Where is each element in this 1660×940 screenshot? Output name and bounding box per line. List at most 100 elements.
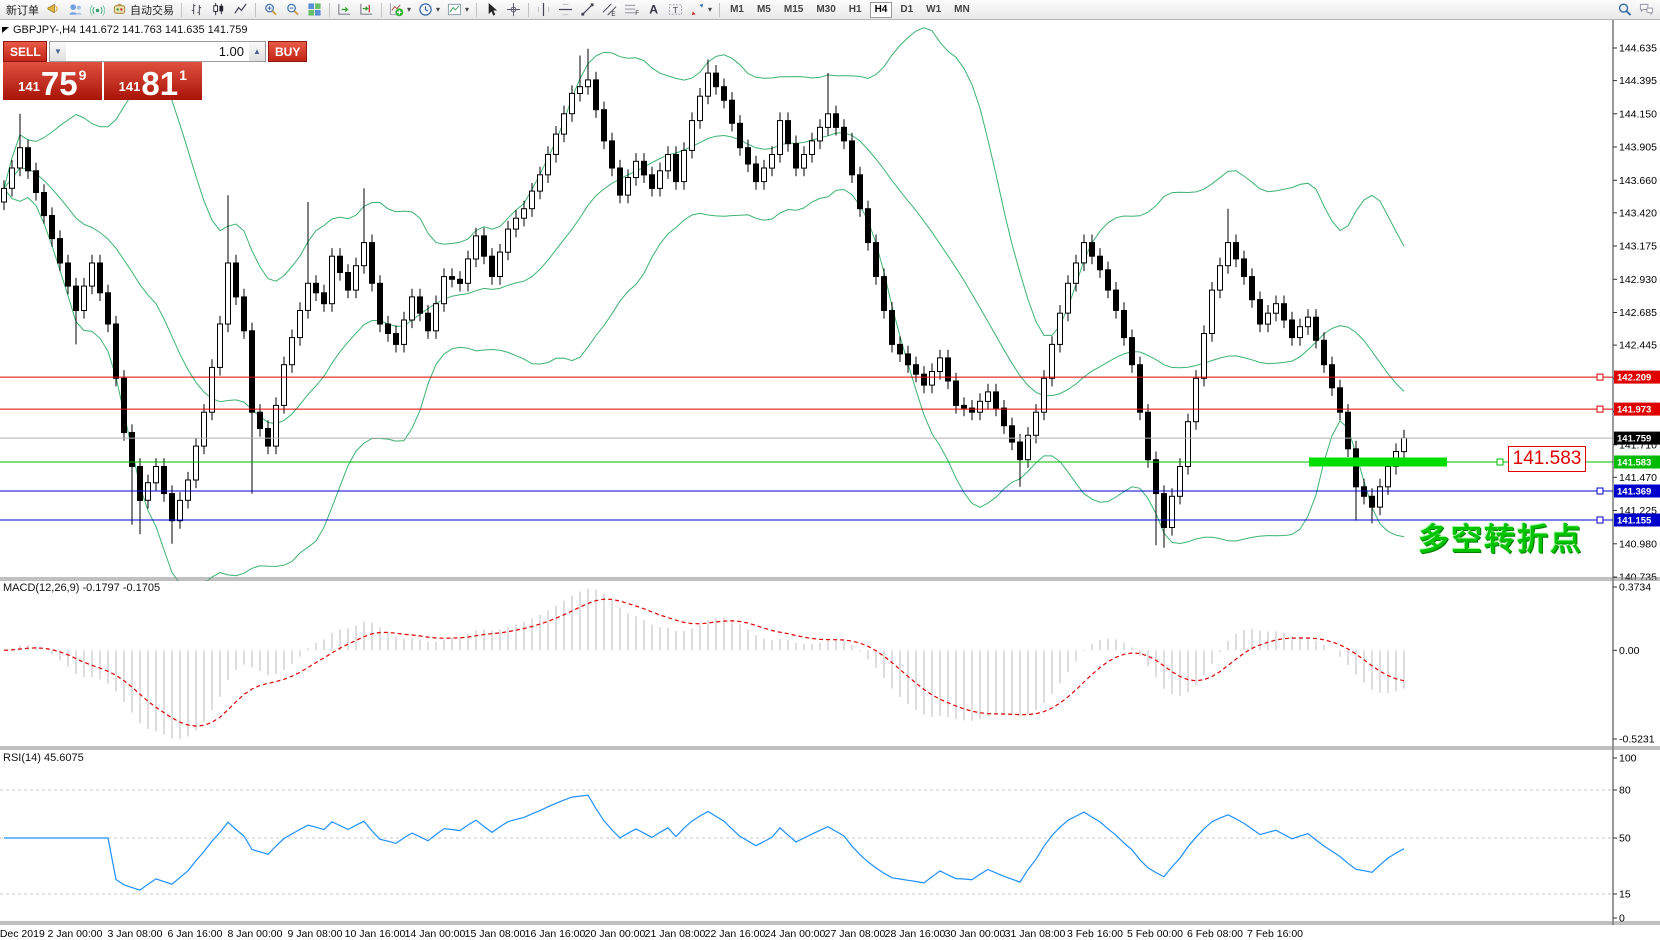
line-chart-button[interactable] xyxy=(230,1,251,19)
timeframe-m15-button[interactable]: M15 xyxy=(779,2,808,18)
toolbar-separator xyxy=(329,3,330,17)
panel-separator[interactable] xyxy=(0,747,1660,749)
price-tick: 144.150 xyxy=(1619,108,1657,120)
sell-button[interactable]: SELL xyxy=(3,41,47,62)
buy-button[interactable]: BUY xyxy=(268,41,307,62)
signals-button[interactable] xyxy=(87,1,108,19)
toolbar-separator xyxy=(381,3,382,17)
time-tick: 31 Jan 08:00 xyxy=(1005,928,1066,940)
crosshair-icon xyxy=(506,2,521,17)
community-button[interactable] xyxy=(65,1,86,19)
chart-shift-button[interactable] xyxy=(356,1,377,19)
hline-141.369[interactable] xyxy=(0,488,1613,494)
linechart-icon xyxy=(233,2,248,17)
cursor-button[interactable] xyxy=(481,1,502,19)
panel-separator[interactable] xyxy=(0,922,1660,924)
symbol-ohlc-text: GBPJPY-,H4 141.672 141.763 141.635 141.7… xyxy=(13,24,247,36)
line-handle[interactable] xyxy=(1597,374,1603,380)
macd-panel: 0.37340.00-0.5231 xyxy=(4,582,1655,746)
toolbar-separator xyxy=(719,3,720,17)
timeframe-m5-button[interactable]: M5 xyxy=(752,2,776,18)
fibonacci-button[interactable]: F xyxy=(621,1,642,19)
vertical-line-button[interactable] xyxy=(533,1,554,19)
symbol-marker-icon xyxy=(2,27,9,33)
timeframe-d1-button[interactable]: D1 xyxy=(895,2,918,18)
trendline-button[interactable] xyxy=(577,1,598,19)
time-tick: 3 Feb 16:00 xyxy=(1067,928,1123,940)
panel-separator[interactable] xyxy=(0,578,1660,580)
line-handle[interactable] xyxy=(1597,517,1603,523)
volume-input[interactable] xyxy=(66,42,249,61)
svg-text:T: T xyxy=(673,5,678,15)
auto-trading-button-label: 自动交易 xyxy=(130,2,174,18)
price-badge-141.369: 141.369 xyxy=(1614,485,1660,498)
candlestick-chart-button[interactable] xyxy=(208,1,229,19)
zoom-out-button[interactable] xyxy=(282,1,303,19)
symbol-ohlc-label: GBPJPY-,H4 141.672 141.763 141.635 141.7… xyxy=(2,24,247,36)
price-badge-141.973: 141.973 xyxy=(1614,403,1660,416)
auto-trading-button[interactable]: 自动交易 xyxy=(109,1,177,19)
line-handle[interactable] xyxy=(1597,406,1603,412)
chevron-down-icon: ▾ xyxy=(708,5,712,14)
timeframe-m1-button[interactable]: M1 xyxy=(725,2,749,18)
zoom-in-icon xyxy=(263,2,278,17)
periods-button[interactable]: ▾ xyxy=(415,1,443,19)
hline-142.209[interactable] xyxy=(0,374,1613,380)
trendline-icon xyxy=(580,2,595,17)
hline-141.973[interactable] xyxy=(0,406,1613,412)
price-tick: 144.395 xyxy=(1619,75,1657,87)
indicators-button[interactable]: ▾ xyxy=(386,1,414,19)
time-tick: 21 Jan 08:00 xyxy=(645,928,706,940)
chat-button[interactable] xyxy=(1636,1,1657,19)
new-order-button[interactable]: 新订单 xyxy=(3,1,42,19)
search-button[interactable] xyxy=(1614,1,1635,19)
templates-button[interactable]: ▾ xyxy=(444,1,472,19)
megaphone-icon xyxy=(46,2,61,17)
crosshair-button[interactable] xyxy=(503,1,524,19)
timeframe-m30-button[interactable]: M30 xyxy=(811,2,840,18)
megaphone-button[interactable] xyxy=(43,1,64,19)
text-button[interactable]: A xyxy=(643,1,664,19)
price-tick: 143.905 xyxy=(1619,142,1657,154)
tile-windows-button[interactable] xyxy=(304,1,325,19)
time-tick: 9 Jan 08:00 xyxy=(288,928,343,940)
line-handle[interactable] xyxy=(1497,459,1503,465)
timeframe-h4-button[interactable]: H4 xyxy=(870,2,893,18)
channel-button[interactable]: E xyxy=(599,1,620,19)
timeframe-w1-button[interactable]: W1 xyxy=(921,2,946,18)
svg-text:E: E xyxy=(611,11,615,17)
ask-price-display[interactable]: 141 81 1 xyxy=(104,62,203,100)
zoom-in-button[interactable] xyxy=(260,1,281,19)
chart-canvas[interactable]: 144.635144.395144.150143.905143.660143.4… xyxy=(0,0,1660,940)
text-label-button[interactable]: T xyxy=(665,1,686,19)
timeframe-h1-button[interactable]: H1 xyxy=(844,2,867,18)
line-handle[interactable] xyxy=(1597,488,1603,494)
price-tick: 142.685 xyxy=(1619,307,1657,319)
time-tick: 10 Jan 16:00 xyxy=(345,928,406,940)
svg-text:141.369: 141.369 xyxy=(1617,487,1651,498)
bar-chart-button[interactable] xyxy=(186,1,207,19)
arrows-button[interactable]: ▾ xyxy=(687,1,715,19)
price-callout-label[interactable]: 141.583 xyxy=(1508,446,1586,472)
support-zone-bar[interactable] xyxy=(1309,458,1447,467)
rsi-indicator-label: RSI(14) 45.6075 xyxy=(3,752,84,764)
time-axis[interactable]: 30 Dec 20192 Jan 00:003 Jan 08:006 Jan 1… xyxy=(0,928,1303,940)
hline-141.155[interactable] xyxy=(0,517,1613,523)
time-tick: 8 Jan 00:00 xyxy=(228,928,283,940)
community-icon xyxy=(68,2,83,17)
toolbar-separator xyxy=(528,3,529,17)
volume-increase-button[interactable]: ▲ xyxy=(249,42,265,61)
time-tick: 27 Jan 08:00 xyxy=(825,928,886,940)
time-tick: 6 Feb 08:00 xyxy=(1187,928,1243,940)
price-badge-141.759: 141.759 xyxy=(1614,432,1660,445)
volume-decrease-button[interactable]: ▼ xyxy=(50,42,66,61)
timeframe-mn-button[interactable]: MN xyxy=(949,2,975,18)
pivot-annotation-text[interactable]: 多空转折点 xyxy=(1418,514,1583,559)
svg-text:141.759: 141.759 xyxy=(1617,434,1651,445)
signals-icon xyxy=(90,2,105,17)
auto-scroll-button[interactable] xyxy=(334,1,355,19)
chat-icon xyxy=(1639,2,1654,17)
horizontal-line-button[interactable] xyxy=(555,1,576,19)
price-tick: 142.445 xyxy=(1619,340,1657,352)
bid-price-display[interactable]: 141 75 9 xyxy=(3,62,102,100)
